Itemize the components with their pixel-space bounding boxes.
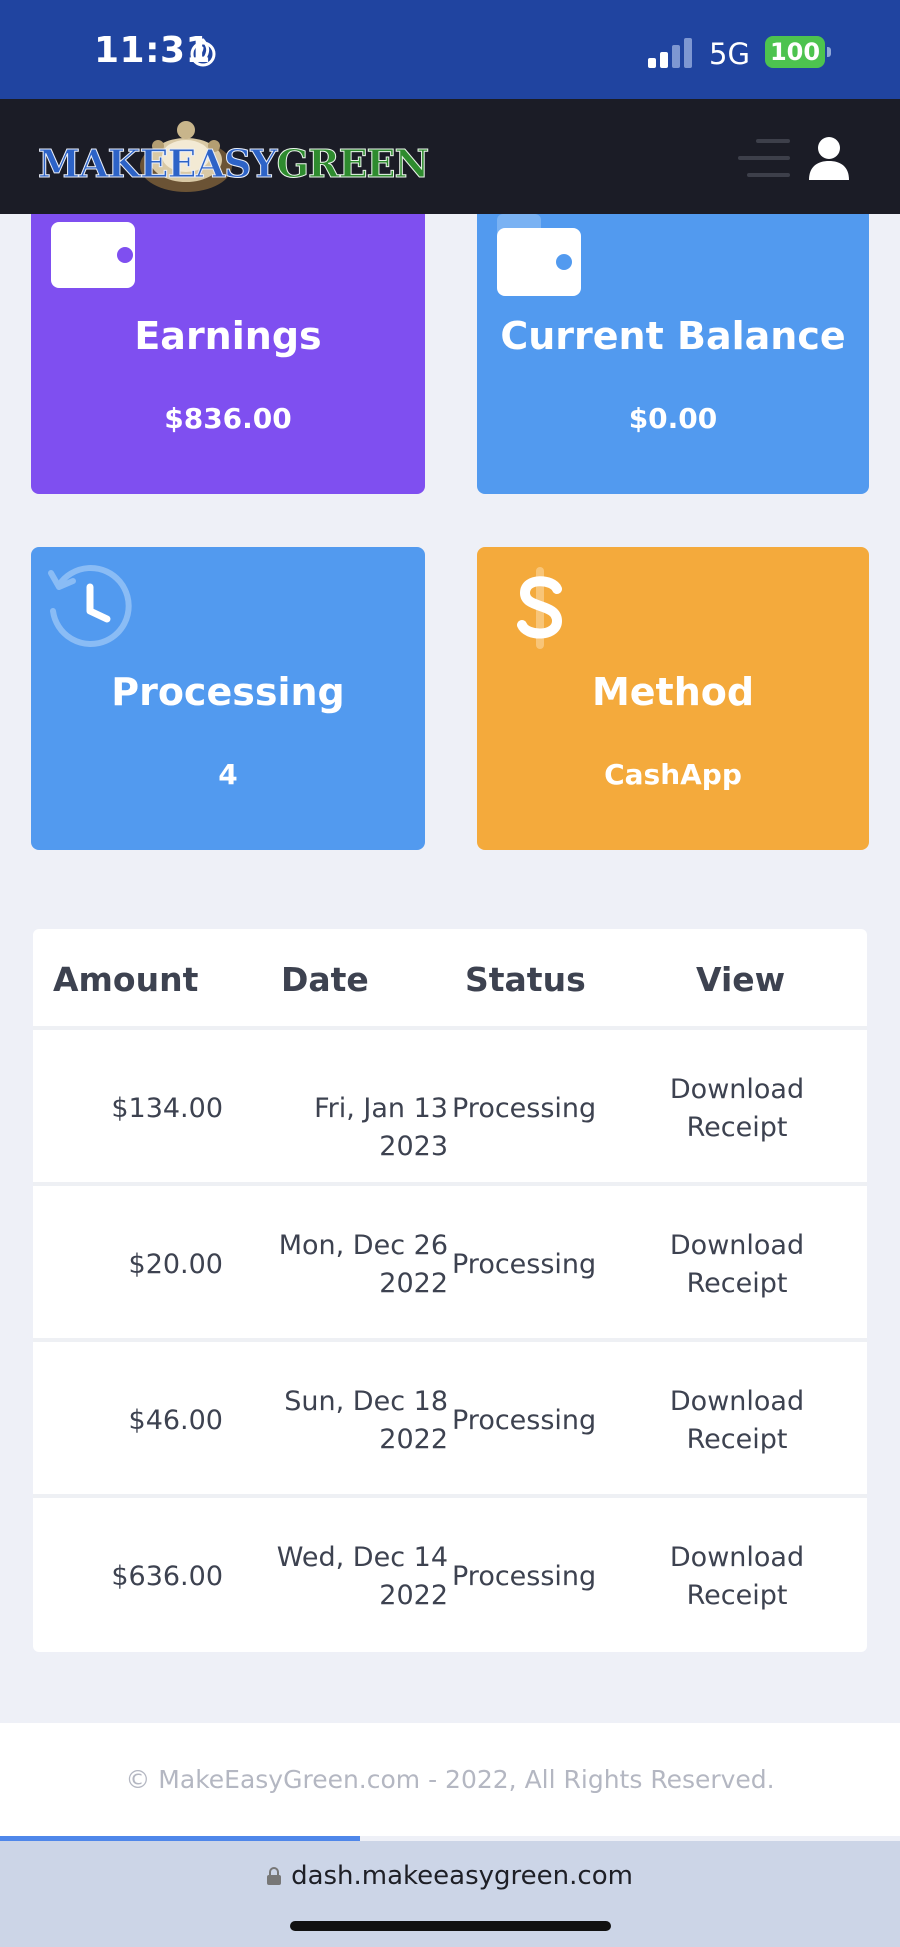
payouts-table: Amount Date Status View $134.00 Fri, Jan… <box>33 929 867 1652</box>
status-cell: Processing <box>452 1093 597 1124</box>
dollar-sign-icon <box>517 567 563 649</box>
amount-cell: $20.00 <box>128 1249 223 1280</box>
home-indicator[interactable] <box>290 1921 611 1931</box>
earnings-card: Earnings $836.00 <box>31 214 425 494</box>
date-cell: Fri, Jan 13 2023 <box>314 1093 448 1162</box>
status-cell: Processing <box>452 1561 597 1592</box>
amount-cell: $46.00 <box>128 1405 223 1436</box>
download-receipt-link[interactable]: Download Receipt <box>637 1227 837 1303</box>
footer-copyright: © MakeEasyGreen.com - 2022, All Rights R… <box>0 1723 900 1836</box>
status-bar: 11:31 5G 100 <box>0 0 900 99</box>
site-logo[interactable]: MAKEEASYGREEN <box>38 116 430 198</box>
battery-tip <box>827 47 831 57</box>
status-cell: Processing <box>452 1249 597 1280</box>
date-cell: Wed, Dec 14 2022 <box>276 1542 448 1611</box>
payment-method-title: Method <box>591 670 755 714</box>
user-profile-icon[interactable] <box>808 136 850 180</box>
table-row: $636.00 Wed, Dec 14 2022 Processing Down… <box>33 1502 867 1652</box>
download-receipt-link[interactable]: Download Receipt <box>637 1539 837 1615</box>
current-balance-value: $0.00 <box>628 402 718 435</box>
date-cell: Sun, Dec 18 2022 <box>284 1386 448 1455</box>
hamburger-menu-icon[interactable] <box>738 137 790 179</box>
history-clock-icon <box>48 565 132 647</box>
processing-title: Processing <box>111 670 345 714</box>
current-balance-card: Current Balance $0.00 <box>477 214 869 494</box>
battery-level: 100 <box>765 36 825 68</box>
table-header: Amount Date Status View <box>33 929 867 1030</box>
network-type: 5G <box>709 37 750 71</box>
payment-method-value: CashApp <box>604 758 742 791</box>
hotspot-flame-icon <box>190 38 216 67</box>
table-row: $134.00 Fri, Jan 13 2023 Processing Down… <box>33 1034 867 1186</box>
address-url[interactable]: dash.makeeasygreen.com <box>0 1861 900 1891</box>
download-receipt-link[interactable]: Download Receipt <box>637 1383 837 1459</box>
column-header-status: Status <box>465 960 586 999</box>
amount-cell: $134.00 <box>111 1093 223 1124</box>
current-balance-title: Current Balance <box>500 314 846 358</box>
column-header-view: View <box>696 960 786 999</box>
column-header-date: Date <box>281 960 369 999</box>
earnings-value: $836.00 <box>164 402 292 435</box>
table-row: $46.00 Sun, Dec 18 2022 Processing Downl… <box>33 1346 867 1498</box>
processing-value: 4 <box>218 758 238 791</box>
table-row: $20.00 Mon, Dec 26 2022 Processing Downl… <box>33 1190 867 1342</box>
browser-address-bar[interactable]: dash.makeeasygreen.com <box>0 1841 900 1947</box>
earnings-title: Earnings <box>134 314 322 358</box>
url-text: dash.makeeasygreen.com <box>291 1861 633 1891</box>
logo-text: MAKEEASYGREEN <box>38 141 430 187</box>
cellular-signal-icon <box>648 38 692 68</box>
logo-text-blue: MAKEEASY <box>38 141 279 187</box>
lock-icon <box>267 1867 282 1885</box>
logo-text-green: GREEN <box>276 141 430 187</box>
wallet-icon <box>497 214 581 296</box>
processing-card: Processing 4 <box>31 547 425 850</box>
amount-cell: $636.00 <box>111 1561 223 1592</box>
status-cell: Processing <box>452 1405 597 1436</box>
column-header-amount: Amount <box>53 960 199 999</box>
payment-method-card: Method CashApp <box>477 547 869 850</box>
download-receipt-link[interactable]: Download Receipt <box>637 1071 837 1147</box>
wallet-icon <box>51 222 135 288</box>
date-cell: Mon, Dec 26 2022 <box>278 1230 448 1299</box>
